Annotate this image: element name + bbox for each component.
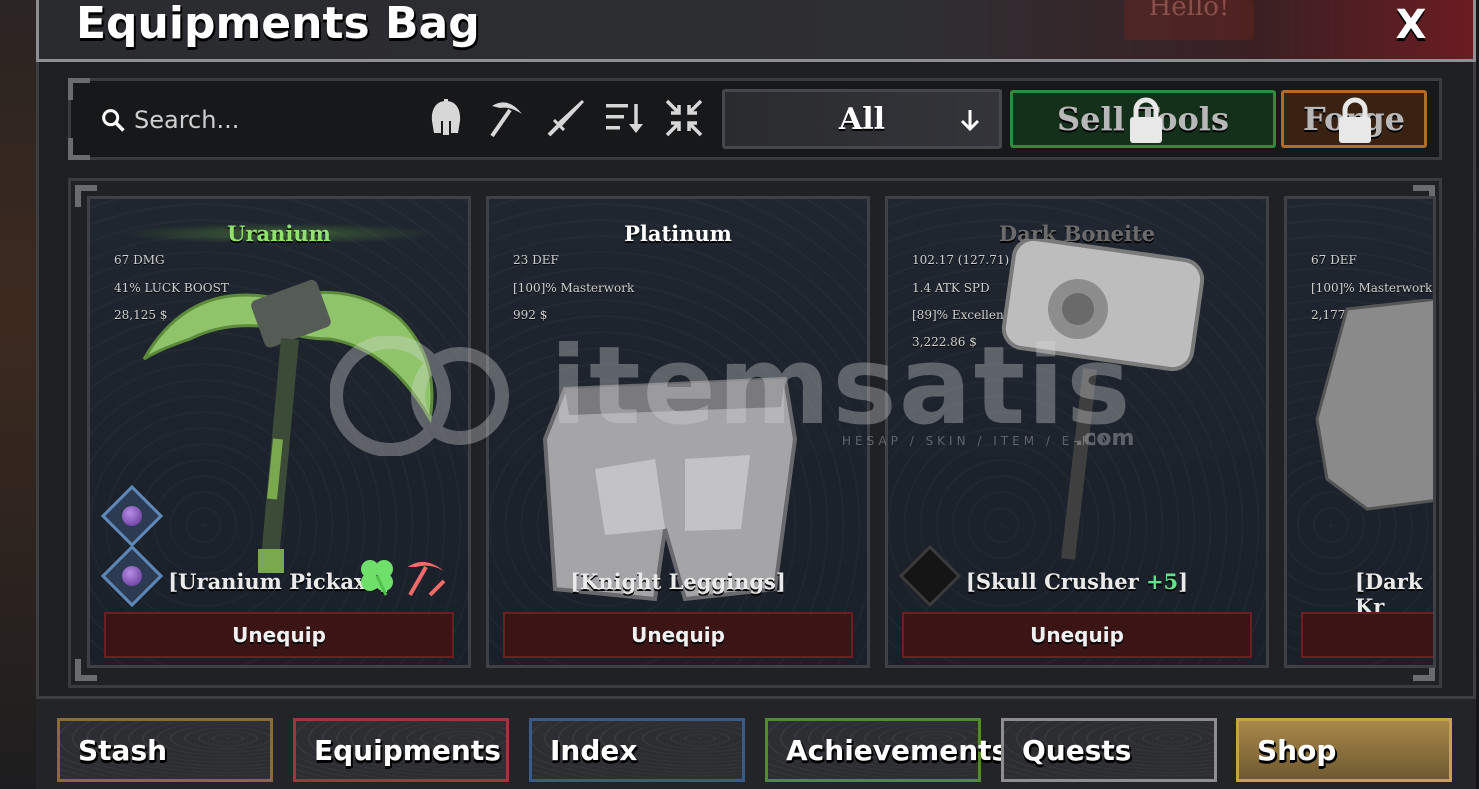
nav-label: Shop	[1257, 733, 1337, 767]
nav-achievements[interactable]: Achievements	[765, 718, 1008, 782]
sword-icon[interactable]	[544, 96, 588, 140]
close-button[interactable]: X	[1384, 2, 1438, 48]
nav-quests[interactable]: Quests	[1001, 718, 1217, 782]
item-stat: [100]% Masterwork	[1311, 281, 1433, 295]
nav-label: Achievements	[786, 733, 1009, 767]
uranium-pickaxe-icon	[142, 279, 434, 573]
unequip-button[interactable]: Unequip	[503, 612, 853, 658]
item-stat: 3,222.86 $	[912, 335, 977, 349]
unequip-label: Unequip	[1030, 623, 1124, 647]
enhancement-level: +5	[1145, 569, 1179, 594]
item-stat: [89]% Excellent	[912, 308, 1009, 322]
window-title: Equipments Bag	[76, 0, 480, 49]
filter-dropdown[interactable]: All	[722, 89, 1002, 149]
unequip-button[interactable]: Unequip	[104, 612, 454, 658]
nav-shop[interactable]: Shop	[1236, 718, 1452, 782]
item-card[interactable]: 67 DEF [100]% Masterwork 2,177.11 $ [Dar…	[1284, 196, 1436, 668]
helmet-icon[interactable]	[424, 96, 468, 140]
nav-equipments[interactable]: Equipments	[293, 718, 509, 782]
unequip-button[interactable]: Unequip	[902, 612, 1252, 658]
item-card[interactable]: Uranium 67 DMG 41% LUCK BOOST 28,125 $ […	[87, 196, 471, 668]
nav-index[interactable]: Index	[529, 718, 745, 782]
mining-pickaxe-icon	[404, 557, 448, 601]
arrow-down-icon	[959, 108, 981, 136]
nav-label: Quests	[1022, 733, 1132, 767]
collapse-icon[interactable]	[662, 96, 706, 140]
item-rarity: Platinum	[624, 221, 732, 246]
lock-icon	[1127, 97, 1165, 149]
item-stat: [100]% Masterwork	[513, 281, 635, 295]
nav-label: Index	[550, 733, 638, 767]
item-card[interactable]: Platinum 23 DEF [100]% Masterwork 992 $ …	[486, 196, 870, 668]
nav-stash[interactable]: Stash	[57, 718, 273, 782]
item-name: [Knight Leggings]	[570, 569, 786, 594]
dark-armor-icon	[1315, 299, 1433, 511]
lock-icon	[1336, 97, 1374, 149]
nav-label: Equipments	[314, 733, 501, 767]
sort-icon[interactable]	[602, 96, 646, 140]
pickaxe-icon[interactable]	[484, 96, 528, 140]
item-card[interactable]: Dark Boneite 102.17 (127.71) DMG 1.4 ATK…	[885, 196, 1269, 668]
item-stat: 67 DEF	[1311, 253, 1357, 267]
unequip-label: Unequip	[232, 623, 326, 647]
search-icon	[92, 99, 134, 141]
ghost-notification: Hello!	[1124, 0, 1254, 40]
item-stat: 992 $	[513, 308, 548, 322]
item-rarity: Uranium	[90, 221, 468, 246]
skull-crusher-icon	[1001, 239, 1205, 560]
background-left	[0, 0, 40, 789]
unequip-button[interactable]	[1301, 612, 1433, 658]
unequip-label: Unequip	[631, 623, 725, 647]
item-stat: 1.4 ATK SPD	[912, 281, 990, 295]
search-box[interactable]	[82, 94, 422, 146]
clover-icon	[356, 555, 398, 601]
sell-tools-button[interactable]: Sell Tools	[1010, 90, 1276, 148]
forge-button[interactable]: Forge	[1281, 90, 1427, 148]
nav-label: Stash	[78, 733, 168, 767]
filter-dropdown-value: All	[838, 101, 886, 137]
search-input[interactable]	[134, 106, 394, 134]
item-name: [Skull Crusher +5]	[965, 569, 1189, 594]
item-stat: 23 DEF	[513, 253, 559, 267]
